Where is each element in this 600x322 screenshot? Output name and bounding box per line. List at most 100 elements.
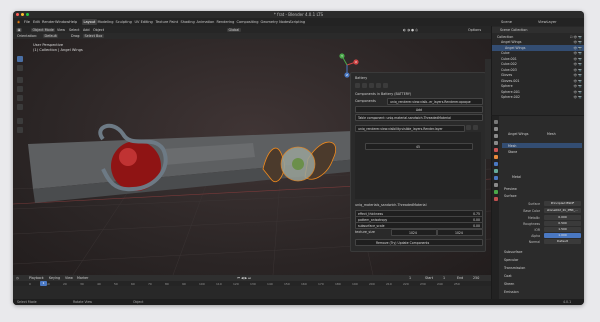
start-frame-field[interactable]: 1 (443, 276, 445, 280)
menu-help[interactable]: Help (69, 20, 77, 24)
transform-tool-button[interactable] (17, 104, 23, 110)
workspace-tab-rendering[interactable]: Rendering (215, 19, 236, 25)
remove-update-components-button[interactable]: Remove (Try) Update Components (355, 239, 483, 246)
cursor-tool-button[interactable] (17, 65, 23, 71)
material-tab-icon[interactable] (493, 197, 498, 201)
workspace-tab-uv-editing[interactable]: UV Editing (133, 19, 154, 25)
editor-type-icon[interactable]: ▣ (16, 27, 23, 32)
current-frame-field[interactable]: 1 (409, 276, 411, 280)
roughness-field[interactable]: 0.500 (544, 221, 581, 226)
workspace-tab-layout[interactable]: Layout (82, 19, 97, 25)
panel-icon-4[interactable] (376, 83, 381, 88)
workspace-tab-animation[interactable]: Animation (195, 19, 216, 25)
constraints-tab-icon[interactable] (493, 183, 498, 187)
menu-marker[interactable]: Marker (77, 276, 88, 280)
panel-icon-2[interactable] (362, 83, 367, 88)
move-tool-button[interactable] (17, 77, 23, 83)
view-layer-selector[interactable]: ViewLayer (538, 20, 557, 24)
normal-field[interactable]: Default (544, 239, 581, 244)
orientation-dropdown[interactable]: Default (43, 34, 59, 38)
data-tab-icon[interactable] (493, 190, 498, 194)
workspace-tab-texture-paint[interactable]: Texture Paint (154, 19, 180, 25)
menu-keying[interactable]: Keying (49, 276, 60, 280)
title-bar: * frat - Blender 4.0.1 LTS (13, 11, 584, 18)
scene-tab-icon[interactable] (493, 141, 498, 145)
alpha-field[interactable]: 1.000 (544, 233, 581, 238)
menu-select[interactable]: Select (69, 28, 79, 32)
surface-type-dropdown[interactable]: Principled BSDF (544, 201, 581, 206)
shading-icons[interactable]: ◐ ◑ ● ◎ (403, 28, 418, 32)
material-name-field[interactable]: Metal (512, 175, 521, 179)
render-tab-icon[interactable] (493, 127, 498, 131)
end-frame-field[interactable]: 250 (473, 276, 479, 280)
scale-tool-button[interactable] (17, 95, 23, 101)
material-slot[interactable]: Mesh (502, 143, 582, 148)
annotate-tool-button[interactable] (17, 118, 23, 124)
subsurface-section[interactable]: Subsurface (504, 250, 522, 254)
components-dropdown[interactable]: uniq_renderer.view.visib..er_layers.Rend… (387, 98, 483, 105)
menu-object[interactable]: Object (93, 28, 104, 32)
blender-logo-icon[interactable]: ◉ (17, 20, 20, 24)
workspace-tab-compositing[interactable]: Compositing (235, 19, 260, 25)
preview-section[interactable]: Preview (504, 187, 517, 191)
outliner-row[interactable]: Sphere.002 👁 📷 (492, 95, 584, 101)
playhead[interactable]: 1 (40, 281, 47, 286)
options-dropdown[interactable]: Options (468, 28, 481, 32)
menu-playback[interactable]: Playback (29, 276, 44, 280)
tool-tab-icon[interactable] (493, 120, 498, 124)
texture-size-x-field[interactable]: 1024 (391, 229, 437, 236)
ior-label: IOR (534, 228, 541, 232)
modifier-tab-icon[interactable] (493, 162, 498, 166)
menu-view[interactable]: View (57, 28, 65, 32)
3d-viewport[interactable]: User Perspective (1) Collection | Angel … (13, 39, 491, 275)
physics-tab-icon[interactable] (493, 176, 498, 180)
metallic-field[interactable]: 0.000 (544, 215, 581, 220)
panel-icon-1[interactable] (355, 83, 360, 88)
sheen-section[interactable]: Sheen (504, 282, 514, 286)
scene-selector[interactable]: Scene (501, 20, 512, 24)
subsurface-scale-field[interactable]: subsurface_scale 0.00 (355, 222, 483, 229)
transform-orientation-dropdown[interactable]: Global (227, 27, 241, 32)
row-menu-icon[interactable] (473, 125, 478, 130)
ior-field[interactable]: 1.500 (544, 227, 581, 232)
base-color-field[interactable]: stone002_2k_PBR_... (544, 208, 581, 213)
rotate-tool-button[interactable] (17, 86, 23, 92)
measure-tool-button[interactable] (17, 127, 23, 133)
material-slot[interactable]: Stone (502, 149, 582, 154)
surface-section[interactable]: Surface (504, 194, 517, 198)
drag-dropdown[interactable]: Select Box (83, 34, 104, 38)
mode-dropdown[interactable]: Object Mode (31, 27, 56, 32)
select-tool-button[interactable] (17, 56, 23, 62)
panel-icon-3[interactable] (369, 83, 374, 88)
table-component-field[interactable]: Table component: uniq.material.sandwich.… (355, 114, 483, 121)
emission-section[interactable]: Emission (504, 290, 519, 294)
playback-controls[interactable]: ⏮ ◀ ▶ ⏭ (237, 276, 251, 280)
menu-render[interactable]: Render (42, 20, 55, 24)
world-tab-icon[interactable] (493, 148, 498, 152)
layer-value-field[interactable]: 45 (365, 143, 473, 150)
timeline-ruler[interactable]: 0 10 20 30 40 50 60 70 80 90 100 110 120… (13, 281, 491, 286)
menu-view-timeline[interactable]: View (65, 276, 73, 280)
panel-icon-5[interactable] (383, 83, 388, 88)
menu-file[interactable]: File (24, 20, 30, 24)
coat-section[interactable]: Coat (504, 274, 512, 278)
row-remove-icon[interactable] (466, 125, 471, 130)
workspace-tab-modeling[interactable]: Modeling (96, 19, 115, 25)
particles-tab-icon[interactable] (493, 169, 498, 173)
workspace-tab-scripting[interactable]: Scripting (288, 19, 307, 25)
object-tab-icon[interactable] (493, 155, 498, 159)
menu-add[interactable]: Add (83, 28, 90, 32)
workspace-tab-sculpting[interactable]: Sculpting (114, 19, 133, 25)
add-component-button[interactable]: Add (355, 106, 483, 113)
timeline-editor-icon[interactable]: ◷ (16, 276, 19, 280)
transmission-section[interactable]: Transmission (504, 266, 525, 270)
visibility-component-row[interactable]: uniq_renderer.view.visibility.visible_la… (355, 125, 465, 132)
orientation-label: Orientation: (17, 34, 38, 38)
workspace-tab-shading[interactable]: Shading (179, 19, 196, 25)
workspace-tab-geometry-nodes[interactable]: Geometry Nodes (259, 19, 292, 25)
output-tab-icon[interactable] (493, 134, 498, 138)
menu-edit[interactable]: Edit (33, 20, 40, 24)
specular-section[interactable]: Specular (504, 258, 518, 262)
menu-window[interactable]: Window (55, 20, 69, 24)
texture-size-y-field[interactable]: 1024 (437, 229, 483, 236)
